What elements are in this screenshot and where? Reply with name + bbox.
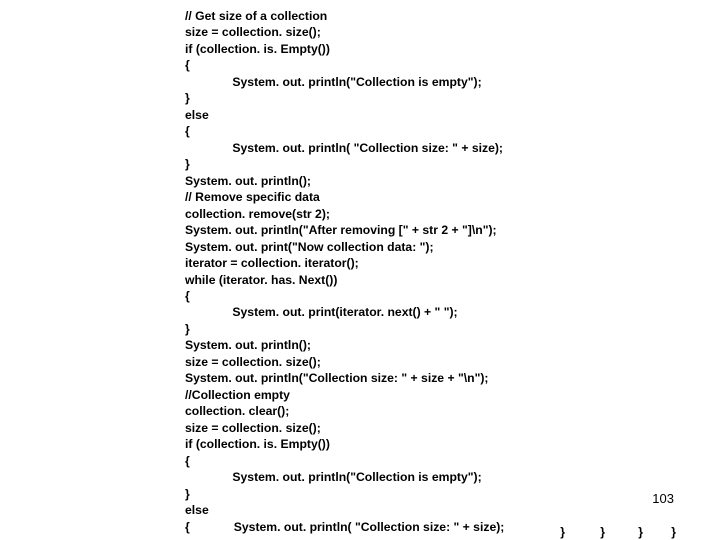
code-line: while (iterator. has. Next()) <box>185 273 337 287</box>
code-line: size = collection. size(); <box>185 421 321 435</box>
closing-brace: } <box>560 524 565 540</box>
code-line: System. out. println(); <box>185 174 311 188</box>
code-line: System. out. print(iterator. next() + " … <box>185 305 458 319</box>
code-line: else <box>185 108 209 122</box>
closing-brace: } <box>600 524 605 540</box>
closing-brace: } <box>638 524 643 540</box>
code-line: } <box>185 322 190 336</box>
code-line: } <box>185 157 190 171</box>
code-line: } <box>185 487 190 501</box>
code-line: System. out. println(); <box>185 338 311 352</box>
code-snippet: // Get size of a collection size = colle… <box>185 8 504 535</box>
code-line: } <box>185 91 190 105</box>
code-line: // Get size of a collection <box>185 9 327 23</box>
closing-brace: } <box>671 524 676 540</box>
code-line: if (collection. is. Empty()) <box>185 437 330 451</box>
code-line: collection. remove(str 2); <box>185 207 330 221</box>
code-line: System. out. println("Collection is empt… <box>185 75 482 89</box>
code-line: size = collection. size(); <box>185 355 321 369</box>
code-line: { <box>185 124 190 138</box>
code-line: collection. clear(); <box>185 404 289 418</box>
code-line: if (collection. is. Empty()) <box>185 42 330 56</box>
code-line: { System. out. println( "Collection size… <box>185 520 504 534</box>
code-line: System. out. println( "Collection size: … <box>185 141 503 155</box>
page-number: 103 <box>652 490 674 508</box>
code-line: else <box>185 503 209 517</box>
code-line: iterator = collection. iterator(); <box>185 256 359 270</box>
code-line: { <box>185 289 190 303</box>
code-line: System. out. print("Now collection data:… <box>185 240 434 254</box>
code-line: // Remove specific data <box>185 190 320 204</box>
code-line: { <box>185 58 190 72</box>
code-line: System. out. println("Collection size: "… <box>185 371 488 385</box>
code-line: { <box>185 454 190 468</box>
code-line: //Collection empty <box>185 388 290 402</box>
code-line: System. out. println("After removing [" … <box>185 223 497 237</box>
code-line: System. out. println("Collection is empt… <box>185 470 482 484</box>
code-line: size = collection. size(); <box>185 25 321 39</box>
